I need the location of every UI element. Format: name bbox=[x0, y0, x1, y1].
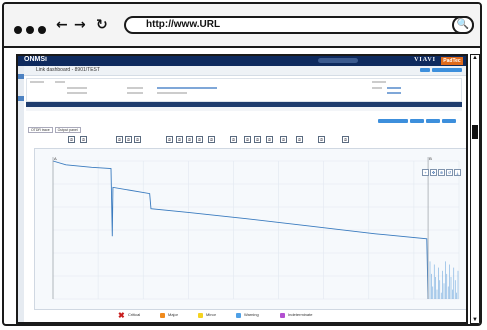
event-icon-row: ⧄ ⧄ ⧄ ⧄ ⧄ ⧄ ⧄ ⧄ ⧄ ⧄ ⧄ ⧄ ⧄ ⧄ ⧄ ⧄ ⧄ ⧄ bbox=[68, 136, 446, 143]
side-toolbar bbox=[18, 66, 24, 322]
event-icon[interactable]: ⧄ bbox=[244, 136, 251, 143]
minimize-dot[interactable] bbox=[26, 26, 34, 34]
tab-output-panel[interactable]: Output panel bbox=[54, 127, 81, 133]
page-title: Link dashboard - 8901/TEST bbox=[36, 67, 100, 73]
scroll-up-icon[interactable]: ▲ bbox=[471, 55, 479, 61]
trace-svg: AB bbox=[52, 156, 460, 300]
critical-icon: ✖ bbox=[118, 311, 125, 320]
event-icon[interactable]: ⧄ bbox=[208, 136, 215, 143]
table-row[interactable] bbox=[26, 107, 462, 111]
event-icon[interactable]: ⧄ bbox=[318, 136, 325, 143]
window-controls bbox=[14, 21, 50, 39]
major-icon bbox=[160, 313, 165, 318]
event-icon[interactable]: ⧄ bbox=[116, 136, 123, 143]
action-button-2[interactable] bbox=[432, 68, 462, 72]
legend-minor: Minor bbox=[206, 312, 217, 317]
event-icon[interactable]: ⧄ bbox=[134, 136, 141, 143]
legend-indeterminate: Indeterminate bbox=[288, 312, 313, 317]
header-search[interactable] bbox=[318, 58, 358, 63]
action-button-1[interactable] bbox=[420, 68, 430, 72]
url-text: http://www.URL bbox=[146, 19, 221, 30]
legend-major: Major bbox=[168, 312, 179, 317]
otdr-trace-chart[interactable]: AB + ✥ ⊕ ↺ ⤓ bbox=[34, 148, 466, 310]
address-bar[interactable]: http://www.URL 🔍 bbox=[124, 16, 474, 34]
link-info-panel bbox=[26, 78, 462, 102]
minor-icon bbox=[198, 313, 203, 318]
scrollbar-thumb[interactable] bbox=[472, 125, 478, 139]
browser-toolbar: ← → ↻ http://www.URL 🔍 bbox=[4, 4, 480, 48]
chart-tools: + ✥ ⊕ ↺ ⤓ bbox=[421, 161, 461, 179]
back-icon[interactable]: ← bbox=[56, 17, 68, 33]
event-icon[interactable]: ⧄ bbox=[196, 136, 203, 143]
page-viewport: ONMSi VIAVI PadTec Link dashboard - 8901… bbox=[16, 54, 468, 324]
tab-otdr-trace[interactable]: OTDR trace bbox=[28, 127, 53, 133]
legend-critical: Critical bbox=[128, 312, 141, 317]
trace-action-2[interactable] bbox=[410, 119, 424, 123]
event-icon[interactable]: ⧄ bbox=[280, 136, 287, 143]
app-brand[interactable]: ONMSi bbox=[24, 56, 47, 63]
trace-action-4[interactable] bbox=[442, 119, 456, 123]
reload-icon[interactable]: ↻ bbox=[96, 17, 108, 33]
event-icon[interactable]: ⧄ bbox=[266, 136, 273, 143]
zoom-in-icon[interactable]: + bbox=[422, 169, 429, 176]
close-dot[interactable] bbox=[14, 26, 22, 34]
indeterminate-icon bbox=[280, 313, 285, 318]
maximize-dot[interactable] bbox=[38, 26, 46, 34]
search-icon[interactable]: 🔍 bbox=[452, 16, 474, 34]
event-icon[interactable]: ⧄ bbox=[166, 136, 173, 143]
event-icon[interactable]: ⧄ bbox=[342, 136, 349, 143]
reset-icon[interactable]: ↺ bbox=[446, 169, 453, 176]
event-icon[interactable]: ⧄ bbox=[230, 136, 237, 143]
page-title-bar: Link dashboard - 8901/TEST bbox=[24, 66, 466, 76]
legend-warning: Warning bbox=[244, 312, 259, 317]
side-tool-icon[interactable] bbox=[18, 96, 24, 101]
event-icon[interactable]: ⧄ bbox=[254, 136, 261, 143]
app-header: ONMSi VIAVI PadTec bbox=[18, 56, 466, 71]
pan-icon[interactable]: ✥ bbox=[430, 169, 437, 176]
event-icon[interactable]: ⧄ bbox=[186, 136, 193, 143]
zoom-icon[interactable]: ⊕ bbox=[438, 169, 445, 176]
trace-action-1[interactable] bbox=[378, 119, 408, 123]
trace-tabs: OTDR trace Output panel bbox=[28, 118, 83, 136]
browser-window: ← → ↻ http://www.URL 🔍 ONMSi VIAVI PadTe… bbox=[2, 2, 482, 326]
event-icon[interactable]: ⧄ bbox=[176, 136, 183, 143]
scroll-down-icon[interactable]: ▼ bbox=[471, 317, 479, 323]
trace-action-3[interactable] bbox=[426, 119, 440, 123]
forward-icon[interactable]: → bbox=[74, 17, 86, 33]
partner-logo: PadTec bbox=[441, 57, 463, 65]
export-icon[interactable]: ⤓ bbox=[454, 169, 461, 176]
warning-icon bbox=[236, 313, 241, 318]
marker-label: A bbox=[54, 156, 57, 161]
vendor-logo: VIAVI bbox=[414, 57, 436, 63]
noise-region bbox=[429, 261, 459, 299]
event-icon[interactable]: ⧄ bbox=[68, 136, 75, 143]
page-scrollbar[interactable]: ▲ ▼ bbox=[470, 54, 480, 324]
event-icon[interactable]: ⧄ bbox=[125, 136, 132, 143]
event-icon[interactable]: ⧄ bbox=[296, 136, 303, 143]
event-icon[interactable]: ⧄ bbox=[80, 136, 87, 143]
